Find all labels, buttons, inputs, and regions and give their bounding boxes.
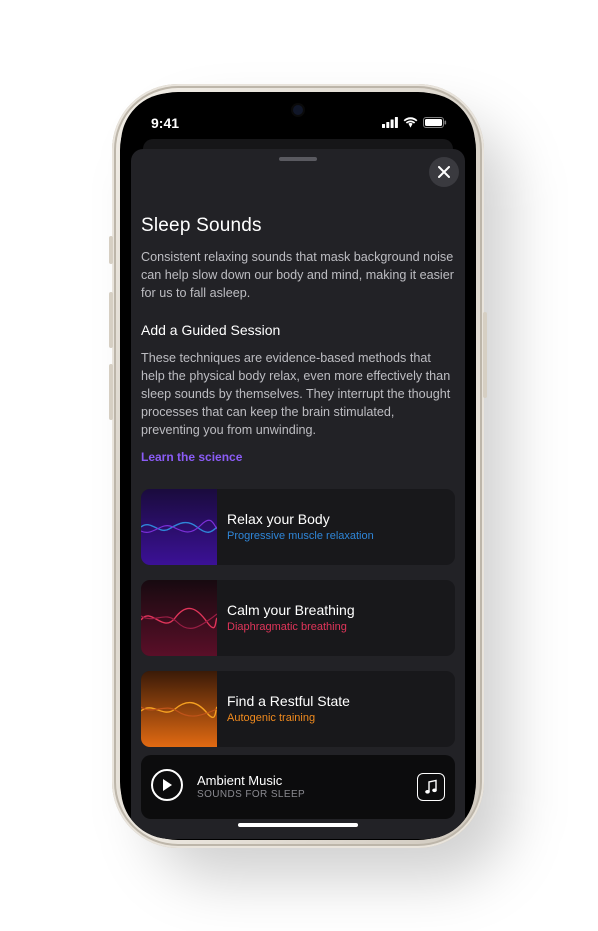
card-subtitle: Autogenic training — [227, 712, 316, 724]
sleep-sounds-sheet: Sleep Sounds Consistent relaxing sounds … — [131, 149, 465, 839]
music-note-icon — [425, 779, 437, 794]
power-button — [483, 312, 487, 398]
intro-text: Consistent relaxing sounds that mask bac… — [141, 250, 454, 300]
sheet-grabber[interactable] — [279, 157, 317, 161]
card-title: Relax your Body — [227, 511, 330, 527]
player-title: Ambient Music — [197, 773, 283, 788]
mini-player[interactable]: Ambient Music SOUNDS FOR SLEEP — [141, 755, 455, 819]
mute-switch — [109, 236, 113, 264]
play-button[interactable] — [151, 769, 183, 801]
play-icon — [163, 779, 172, 791]
card-subtitle: Diaphragmatic breathing — [227, 621, 347, 633]
volume-up-button — [109, 292, 113, 348]
front-camera — [293, 105, 303, 115]
close-button[interactable] — [429, 157, 459, 187]
section-text: These techniques are evidence-based meth… — [141, 351, 451, 437]
music-library-button[interactable] — [417, 773, 445, 801]
page-title: Sleep Sounds — [141, 215, 262, 236]
home-indicator[interactable] — [238, 823, 358, 827]
battery-icon — [423, 117, 447, 128]
learn-science-link[interactable]: Learn the science — [141, 450, 455, 464]
volume-down-button — [109, 364, 113, 420]
session-card-relax-body[interactable]: Relax your Body Progressive muscle relax… — [141, 489, 455, 565]
calm-breathing-wave-thumbnail — [141, 580, 217, 656]
phone-frame: 9:41 Sleep Sounds Consistent relaxing so… — [109, 84, 487, 848]
restful-state-wave-thumbnail — [141, 671, 217, 747]
relax-body-wave-thumbnail — [141, 489, 217, 565]
close-icon — [438, 166, 450, 178]
section-title: Add a Guided Session — [141, 322, 281, 339]
status-time: 9:41 — [151, 115, 180, 131]
session-card-restful-state[interactable]: Find a Restful State Autogenic training — [141, 671, 455, 747]
card-title: Calm your Breathing — [227, 602, 355, 618]
screen: 9:41 Sleep Sounds Consistent relaxing so… — [121, 93, 475, 839]
sheet-content: Sleep Sounds Consistent relaxing sounds … — [141, 215, 455, 464]
session-card-calm-breathing[interactable]: Calm your Breathing Diaphragmatic breath… — [141, 580, 455, 656]
wifi-icon — [403, 117, 418, 128]
signal-icon — [382, 117, 398, 128]
card-title: Find a Restful State — [227, 693, 350, 709]
player-subtitle: SOUNDS FOR SLEEP — [197, 789, 306, 800]
status-icons — [382, 117, 447, 128]
card-subtitle: Progressive muscle relaxation — [227, 530, 374, 542]
